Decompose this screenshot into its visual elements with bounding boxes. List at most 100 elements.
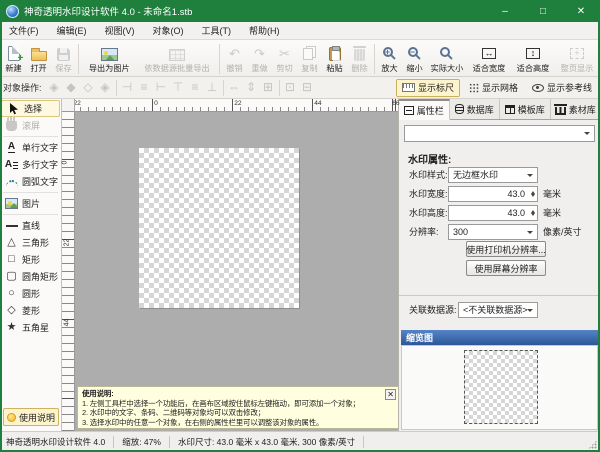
tool-arc-text[interactable]: 圆弧文字 [0, 173, 61, 190]
tool-line[interactable]: 直线 [0, 217, 61, 234]
new-button[interactable]: 新建 [1, 41, 26, 74]
show-grid-button[interactable]: 显示网格 [464, 79, 523, 97]
properties-icon [404, 106, 414, 115]
usage-info-box: 使用说明: 1. 左侧工具栏中选择一个功能后，在画布区域按住鼠标左键拖动，即可添… [77, 386, 398, 429]
actual-size-button[interactable]: 实际大小 [427, 41, 467, 74]
datasource-label: 关联数据源: [399, 303, 458, 316]
info-line: 3. 选择水印中的任意一个对象，在右侧的属性栏里可以调整该对象的属性。 [82, 418, 394, 428]
close-button[interactable]: ✕ [562, 0, 600, 22]
info-line: 2. 水印中的文字、条码、二维码等对象均可以双击修改； [82, 408, 394, 418]
canvas-area: -22 0 22 44 66 0 22 44 使用说明: 1. 左侧工具栏中选择… [62, 99, 398, 431]
equal-width-icon: ⇔ [226, 81, 243, 94]
export-image-button[interactable]: 导出为图片 [81, 41, 137, 74]
separator [116, 80, 117, 96]
align-right-icon: ⊢ [153, 81, 170, 94]
maximize-button[interactable]: □ [524, 0, 562, 22]
tab-database[interactable]: 数据库 [450, 99, 501, 119]
app-logo-icon [6, 5, 19, 18]
tool-rectangle[interactable]: □矩形 [0, 251, 61, 268]
tool-circle[interactable]: ○圆形 [0, 285, 61, 302]
delete-button: 删除 [347, 41, 372, 74]
thumbnail-header: 缩览图 [401, 330, 598, 345]
info-line: 1. 左侧工具栏中选择一个功能后，在画布区域按住鼠标左键拖动，即可添加一个对象； [82, 399, 394, 409]
fit-width-button[interactable]: ↔适合宽度 [467, 41, 511, 74]
menu-edit[interactable]: 编辑(E) [48, 22, 96, 39]
menu-object[interactable]: 对象(O) [144, 22, 193, 39]
watermark-style-select[interactable]: 无边框水印 [448, 167, 538, 183]
height-label: 水印高度: [399, 206, 448, 219]
save-icon [57, 48, 70, 61]
info-close-icon[interactable]: ✕ [385, 389, 396, 400]
tool-pan: 滚屏 [0, 117, 61, 134]
info-title: 使用说明: [82, 389, 394, 399]
help-button[interactable]: 使用说明 [3, 408, 59, 426]
tool-multi-line-text[interactable]: A多行文字 [0, 156, 61, 173]
select-cursor-icon [7, 103, 20, 115]
resolution-unit: 像素/英寸 [538, 225, 582, 238]
use-screen-resolution-button[interactable]: 使用屏幕分辨率 [466, 260, 546, 276]
object-selector-dropdown[interactable] [404, 125, 595, 142]
undo-icon: ↶ [229, 47, 240, 61]
show-guides-button[interactable]: 显示参考线 [527, 79, 597, 97]
tab-properties[interactable]: 属性栏 [399, 99, 450, 120]
resolution-select[interactable]: 300 [448, 224, 538, 240]
app-window: 神奇透明水印设计软件 4.0 - 未命名1.stb – □ ✕ 文件(F) 编辑… [0, 0, 600, 452]
tool-select[interactable]: 选择 [1, 100, 60, 117]
tool-triangle[interactable]: △三角形 [0, 234, 61, 251]
resolution-label: 分辨率: [399, 225, 448, 238]
separator [169, 436, 170, 448]
tool-single-line-text[interactable]: A单行文字 [0, 139, 61, 156]
line-icon [6, 225, 18, 227]
divider [3, 136, 58, 137]
menu-tools[interactable]: 工具(T) [193, 22, 241, 39]
object-operations-label: 对象操作: [3, 81, 42, 94]
paste-button[interactable]: 粘贴 [322, 41, 347, 74]
design-canvas[interactable]: 使用说明: 1. 左侧工具栏中选择一个功能后，在画布区域按住鼠标左键拖动，即可添… [75, 112, 398, 431]
fit-height-icon: ↕ [526, 48, 540, 59]
tool-rounded-rectangle[interactable]: ▢圆角矩形 [0, 268, 61, 285]
menu-help[interactable]: 帮助(H) [240, 22, 289, 39]
divider [3, 214, 58, 215]
watermark-page[interactable] [139, 148, 299, 308]
tab-materials[interactable]: 素材库 [551, 99, 600, 119]
multi-line-text-icon: A [5, 160, 18, 170]
zoom-in-button[interactable]: +放大 [377, 41, 402, 74]
use-printer-resolution-button[interactable]: 使用打印机分辨率... [466, 241, 546, 257]
watermark-width-stepper[interactable]: 43.0 [448, 186, 538, 202]
vertical-ruler: 0 22 44 [62, 112, 75, 431]
menu-view[interactable]: 视图(V) [96, 22, 144, 39]
tool-diamond[interactable]: ◇菱形 [0, 302, 61, 319]
stepper-arrows[interactable] [528, 187, 537, 201]
minimize-button[interactable]: – [486, 0, 524, 22]
zoom-out-button[interactable]: −缩小 [402, 41, 427, 74]
open-button[interactable]: 打开 [26, 41, 51, 74]
watermark-height-stepper[interactable]: 43.0 [448, 205, 538, 221]
width-label: 水印宽度: [399, 187, 448, 200]
separator [223, 80, 224, 96]
fit-height-button[interactable]: ↕适合高度 [511, 41, 555, 74]
right-panel: 属性栏 数据库 模板库 素材库 水印属性: 水印样式: 无边框水印 水印宽度: … [398, 99, 600, 431]
equal-height-icon: ⇕ [243, 81, 260, 94]
triangle-icon: △ [5, 237, 18, 248]
stepper-arrows[interactable] [528, 206, 537, 220]
show-ruler-button[interactable]: 显示标尺 [396, 79, 460, 97]
tool-sidebar: 选择 滚屏 A单行文字 A多行文字 圆弧文字 图片 直线 [0, 99, 62, 431]
tool-image[interactable]: 图片 [0, 195, 61, 212]
datasource-select[interactable]: <不关联数据源> [458, 302, 538, 318]
ruler-corner [62, 99, 75, 112]
menu-file[interactable]: 文件(F) [0, 22, 48, 39]
image-icon [5, 198, 18, 209]
window-frame [0, 0, 2, 452]
resize-grip[interactable] [588, 440, 597, 449]
copy-button: 复制 [297, 41, 322, 74]
main-toolbar: 新建 打开 保存 导出为图片 依数据源批量导出 ↶撤销 ↷重做 ✂剪切 复制 粘… [0, 40, 600, 77]
tool-star[interactable]: ★五角星 [0, 319, 61, 336]
tab-templates[interactable]: 模板库 [500, 99, 551, 119]
menu-bar: 文件(F) 编辑(E) 视图(V) 对象(O) 工具(T) 帮助(H) [0, 22, 600, 40]
bring-forward-icon: ◇ [80, 81, 97, 94]
pan-hand-icon [5, 120, 18, 131]
object-operations-bar: 对象操作: ◈ ◆ ◇ ◈ ⊣ ≡ ⊢ ⊤ ≡ ⊥ ⇔ ⇕ ⊞ ⊡ ⊟ 显示标尺… [0, 77, 600, 99]
batch-export-button: 依数据源批量导出 [137, 41, 217, 74]
status-zoom: 缩放: 47% [122, 436, 161, 448]
delete-icon [354, 49, 365, 61]
